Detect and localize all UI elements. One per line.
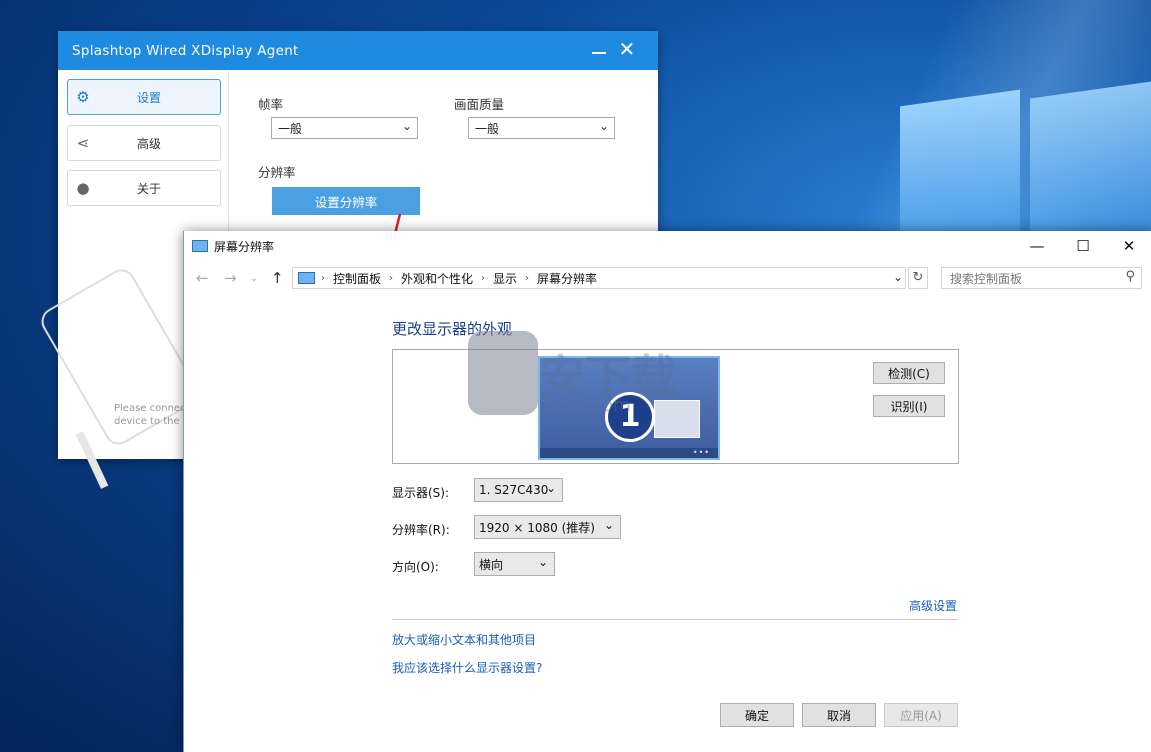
info-icon: ● bbox=[76, 179, 90, 197]
text-size-link[interactable]: 放大或缩小文本和其他项目 bbox=[392, 631, 536, 648]
back-arrow-icon[interactable]: ← bbox=[196, 269, 209, 287]
breadcrumb-control-panel[interactable]: 控制面板 bbox=[333, 270, 381, 287]
breadcrumb-separator-icon: › bbox=[389, 272, 394, 284]
identify-button[interactable]: 识别(I) bbox=[873, 395, 945, 417]
chevron-down-icon[interactable]: ⌄ bbox=[893, 270, 903, 284]
resolution-select[interactable]: 1920 × 1080 (推荐) ⌄ bbox=[474, 515, 621, 539]
refresh-icon[interactable]: ↻ bbox=[908, 267, 928, 289]
minimize-icon[interactable]: — bbox=[1014, 231, 1060, 261]
search-input[interactable]: 搜索控制面板 ⚲ bbox=[941, 267, 1142, 289]
search-icon: ⚲ bbox=[1125, 269, 1135, 284]
navigation-bar: ← → ⌄ ↑ › 控制面板 › 外观和个性化 › 显示 › 屏幕分辨率 ⌄ ↻… bbox=[184, 267, 1151, 291]
breadcrumb-appearance[interactable]: 外观和个性化 bbox=[401, 270, 473, 287]
detect-button[interactable]: 检测(C) bbox=[873, 362, 945, 384]
select-value: 1920 × 1080 (推荐) bbox=[479, 520, 595, 535]
close-icon[interactable]: ✕ bbox=[1106, 231, 1151, 261]
chevron-down-icon: ⌄ bbox=[545, 481, 556, 495]
close-icon[interactable]: ✕ bbox=[616, 39, 638, 61]
hint-line: Please connect bbox=[114, 403, 190, 414]
search-placeholder: 搜索控制面板 bbox=[950, 271, 1023, 286]
dots-graphic: ••• bbox=[692, 448, 710, 457]
recent-chevron-icon[interactable]: ⌄ bbox=[250, 273, 258, 284]
breadcrumb-screen-resolution[interactable]: 屏幕分辨率 bbox=[537, 270, 597, 287]
share-icon: ⋖ bbox=[76, 134, 90, 152]
gear-icon: ⚙ bbox=[76, 88, 90, 106]
sidebar-item-label: 高级 bbox=[136, 136, 161, 151]
set-resolution-button[interactable]: 设置分辨率 bbox=[272, 187, 420, 215]
watermark-shield bbox=[468, 331, 538, 415]
breadcrumb-display[interactable]: 显示 bbox=[493, 270, 517, 287]
forward-arrow-icon[interactable]: → bbox=[224, 269, 237, 287]
watermark-sub: anxz.com bbox=[544, 395, 631, 416]
breadcrumb-separator-icon: › bbox=[481, 272, 486, 284]
hint-line: device to the c bbox=[114, 416, 189, 427]
breadcrumb-separator-icon: › bbox=[525, 272, 530, 284]
display-help-link[interactable]: 我应该选择什么显示器设置? bbox=[392, 659, 542, 676]
cable-illustration bbox=[75, 431, 109, 489]
sidebar-item-settings[interactable]: ⚙ 设置 bbox=[67, 79, 221, 115]
cancel-button[interactable]: 取消 bbox=[802, 703, 876, 727]
chevron-down-icon: ⌄ bbox=[401, 119, 412, 133]
select-value: 一般 bbox=[475, 121, 500, 136]
quality-select[interactable]: 一般 ⌄ bbox=[468, 117, 615, 139]
connect-hint: Please connect device to the c bbox=[114, 402, 190, 428]
minimize-icon[interactable] bbox=[588, 39, 610, 61]
display-select[interactable]: 1. S27C430 ⌄ bbox=[474, 478, 563, 502]
breadcrumb-separator-icon: › bbox=[321, 272, 325, 284]
sidebar-item-label: 关于 bbox=[136, 181, 161, 196]
quality-label: 画面质量 bbox=[454, 97, 505, 112]
display-label: 显示器(S): bbox=[392, 486, 450, 500]
window-title: 屏幕分辨率 bbox=[214, 239, 275, 254]
select-value: 一般 bbox=[278, 121, 303, 136]
resolution-label: 分辨率 bbox=[258, 165, 296, 180]
divider bbox=[392, 619, 958, 620]
up-arrow-icon[interactable]: ↑ bbox=[271, 269, 284, 287]
sidebar-item-advanced[interactable]: ⋖ 高级 bbox=[67, 125, 221, 161]
advanced-settings-link[interactable]: 高级设置 bbox=[909, 597, 957, 614]
monitor-icon bbox=[192, 240, 208, 252]
sidebar-item-about[interactable]: ● 关于 bbox=[67, 170, 221, 206]
taskbar-graphic bbox=[540, 448, 718, 458]
framerate-select[interactable]: 一般 ⌄ bbox=[271, 117, 418, 139]
chevron-down-icon: ⌄ bbox=[537, 555, 548, 569]
orientation-label: 方向(O): bbox=[392, 560, 439, 574]
apply-button[interactable]: 应用(A) bbox=[884, 703, 958, 727]
address-bar[interactable]: › 控制面板 › 外观和个性化 › 显示 › 屏幕分辨率 ⌄ bbox=[292, 267, 906, 289]
window-title: Splashtop Wired XDisplay Agent bbox=[72, 42, 299, 59]
framerate-label: 帧率 bbox=[258, 97, 284, 112]
chevron-down-icon: ⌄ bbox=[598, 119, 609, 133]
chevron-down-icon: ⌄ bbox=[603, 518, 614, 532]
ok-button[interactable]: 确定 bbox=[720, 703, 794, 727]
orientation-select[interactable]: 横向 ⌄ bbox=[474, 552, 555, 576]
sidebar-item-label: 设置 bbox=[136, 90, 161, 105]
maximize-icon[interactable]: ☐ bbox=[1060, 231, 1106, 261]
splashtop-titlebar: Splashtop Wired XDisplay Agent ✕ bbox=[58, 31, 658, 70]
resolution-label: 分辨率(R): bbox=[392, 523, 450, 537]
select-value: 横向 bbox=[479, 557, 504, 572]
screen-resolution-window: 屏幕分辨率 — ☐ ✕ ← → ⌄ ↑ › 控制面板 › 外观和个性化 › 显示… bbox=[183, 231, 1151, 752]
cp-titlebar: 屏幕分辨率 — ☐ ✕ bbox=[184, 231, 1151, 261]
control-panel-icon bbox=[298, 272, 315, 284]
select-value: 1. S27C430 bbox=[479, 483, 549, 497]
